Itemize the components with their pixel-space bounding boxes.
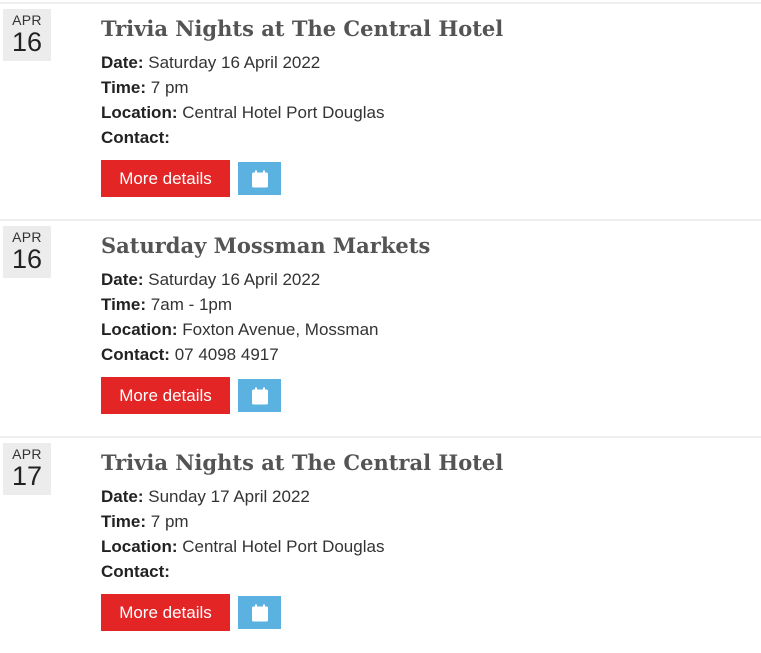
time-value: 7 pm [150,512,189,531]
event-date: Date: Saturday 16 April 2022 [101,267,761,292]
date-month: APR [12,229,42,245]
time-label: Time: [101,295,147,314]
event-body: Trivia Nights at The Central Hotel Date:… [101,448,761,631]
date-month: APR [12,446,42,462]
contact-label: Contact: [101,345,170,364]
add-to-calendar-button[interactable] [238,162,281,195]
event-contact: Contact: [101,559,761,584]
event-title[interactable]: Trivia Nights at The Central Hotel [101,448,761,478]
event-time: Time: 7 pm [101,75,761,100]
event-body: Trivia Nights at The Central Hotel Date:… [101,14,761,197]
add-to-calendar-button[interactable] [238,596,281,629]
event-title[interactable]: Trivia Nights at The Central Hotel [101,14,761,44]
date-day: 16 [11,244,43,274]
date-label: Date: [101,270,144,289]
date-day: 16 [11,27,43,57]
calendar-icon [251,387,268,404]
time-label: Time: [101,512,147,531]
calendar-icon [251,170,268,187]
location-label: Location: [101,320,178,339]
time-value: 7 pm [150,78,189,97]
event-item: APR 17 Trivia Nights at The Central Hote… [0,436,761,653]
more-details-button[interactable]: More details [101,160,230,197]
location-value: Foxton Avenue, Mossman [182,320,379,339]
calendar-icon [251,604,268,621]
date-badge: APR 17 [3,443,51,495]
event-time: Time: 7am - 1pm [101,292,761,317]
time-value: 7am - 1pm [150,295,233,314]
event-date: Date: Sunday 17 April 2022 [101,484,761,509]
event-body: Saturday Mossman Markets Date: Saturday … [101,231,761,414]
date-value: Saturday 16 April 2022 [148,270,321,289]
event-contact: Contact: 07 4098 4917 [101,342,761,367]
time-label: Time: [101,78,147,97]
event-location: Location: Central Hotel Port Douglas [101,100,761,125]
date-label: Date: [101,487,144,506]
event-actions: More details [101,377,761,414]
event-date: Date: Saturday 16 April 2022 [101,50,761,75]
event-time: Time: 7 pm [101,509,761,534]
contact-label: Contact: [101,128,170,147]
event-actions: More details [101,594,761,631]
add-to-calendar-button[interactable] [238,379,281,412]
location-label: Location: [101,103,178,122]
event-title[interactable]: Saturday Mossman Markets [101,231,761,261]
event-item: APR 16 Trivia Nights at The Central Hote… [0,2,761,219]
date-value: Saturday 16 April 2022 [148,53,321,72]
event-location: Location: Central Hotel Port Douglas [101,534,761,559]
event-list: APR 16 Trivia Nights at The Central Hote… [0,0,761,653]
event-contact: Contact: [101,125,761,150]
more-details-button[interactable]: More details [101,377,230,414]
contact-label: Contact: [101,562,170,581]
event-location: Location: Foxton Avenue, Mossman [101,317,761,342]
event-item: APR 16 Saturday Mossman Markets Date: Sa… [0,219,761,436]
more-details-button[interactable]: More details [101,594,230,631]
date-month: APR [12,12,42,28]
location-value: Central Hotel Port Douglas [182,103,385,122]
date-badge: APR 16 [3,226,51,278]
date-badge: APR 16 [3,9,51,61]
date-value: Sunday 17 April 2022 [148,487,310,506]
date-label: Date: [101,53,144,72]
contact-value: 07 4098 4917 [174,345,279,364]
date-day: 17 [11,461,43,491]
location-label: Location: [101,537,178,556]
event-actions: More details [101,160,761,197]
location-value: Central Hotel Port Douglas [182,537,385,556]
